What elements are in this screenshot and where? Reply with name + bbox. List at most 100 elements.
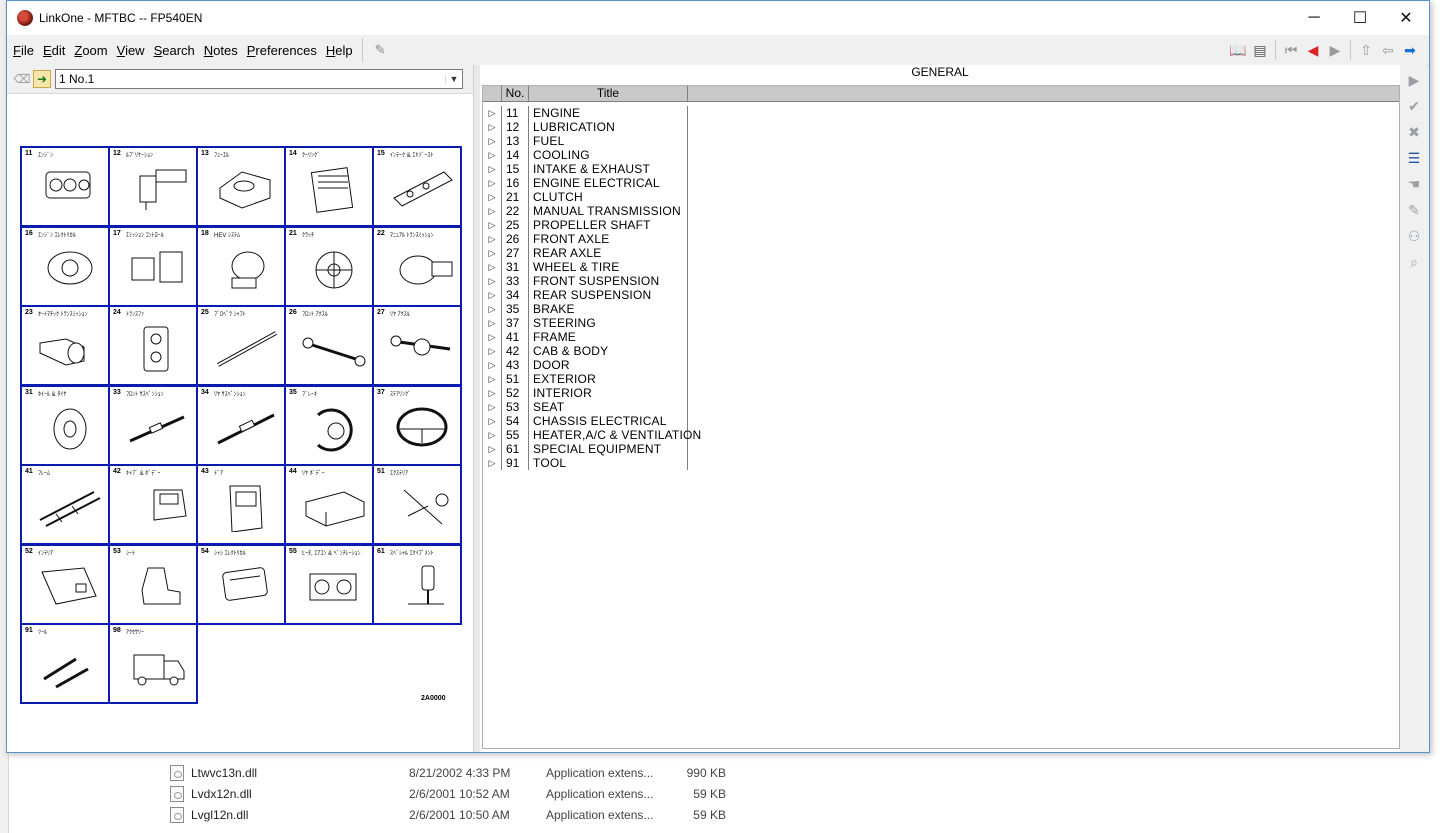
expand-arrow-icon[interactable]: ▷: [483, 358, 502, 372]
illustration-cell-17[interactable]: 17 ｴﾐｯｼｮﾝ ｺﾝﾄﾛｰﾙ: [108, 225, 198, 307]
expand-arrow-icon[interactable]: ▷: [483, 400, 502, 414]
expand-arrow-icon[interactable]: ▷: [483, 288, 502, 302]
close-button[interactable]: ✕: [1383, 1, 1429, 35]
table-row[interactable]: ▷ 41 FRAME: [483, 330, 693, 344]
binoculars-icon[interactable]: ⚇: [1403, 225, 1425, 247]
illustration-cell-24[interactable]: 24 ﾄﾗﾝｽﾌｧ: [108, 305, 198, 386]
illustration-cell-42[interactable]: 42 ｷｬﾌﾞ & ﾎﾞﾃﾞｰ: [108, 464, 198, 545]
table-row[interactable]: ▷ 37 STEERING: [483, 316, 693, 330]
back-page-icon[interactable]: ⌫: [13, 70, 31, 88]
illustration-cell-26[interactable]: 26 ﾌﾛﾝﾄ ｱｸｽﾙ: [284, 305, 374, 386]
illustration-cell-22[interactable]: 22 ﾏﾆｭｱﾙ ﾄﾗﾝｽﾐｯｼｮﾝ: [372, 225, 462, 307]
table-row[interactable]: ▷ 13 FUEL: [483, 134, 693, 148]
expand-arrow-icon[interactable]: ▷: [483, 260, 502, 274]
expand-arrow-icon[interactable]: ▷: [483, 372, 502, 386]
list-icon[interactable]: ☰: [1403, 147, 1425, 169]
prev-page-icon[interactable]: ◀: [1302, 39, 1324, 61]
menu-item-zoom[interactable]: Zoom: [71, 43, 110, 58]
illustration-cell-51[interactable]: 51 ｴｸｽﾃﾘｱ: [372, 464, 462, 545]
menu-item-notes[interactable]: Notes: [201, 43, 241, 58]
notes-icon[interactable]: ▤: [1249, 39, 1271, 61]
table-row[interactable]: ▷ 53 SEAT: [483, 400, 693, 414]
table-row[interactable]: ▷ 33 FRONT SUSPENSION: [483, 274, 693, 288]
expand-arrow-icon[interactable]: ▷: [483, 316, 502, 330]
header-no[interactable]: No.: [502, 86, 529, 101]
expand-arrow-icon[interactable]: ▷: [483, 274, 502, 288]
illustration-cell-34[interactable]: 34 ﾘﾔ ｻｽﾍﾟﾝｼｮﾝ: [196, 384, 286, 466]
menu-item-help[interactable]: Help: [323, 43, 356, 58]
illustration-cell-54[interactable]: 54 ｼｬｼ ｴﾚｸﾄﾘｶﾙ: [196, 543, 286, 625]
illustration-cell-43[interactable]: 43 ﾄﾞｱ: [196, 464, 286, 545]
table-row[interactable]: ▷ 91 TOOL: [483, 456, 693, 470]
expand-arrow-icon[interactable]: ▷: [483, 120, 502, 134]
play-icon[interactable]: ▶: [1403, 69, 1425, 91]
table-row[interactable]: ▷ 34 REAR SUSPENSION: [483, 288, 693, 302]
illustration-cell-21[interactable]: 21 ｸﾗｯﾁ: [284, 225, 374, 307]
maximize-button[interactable]: ☐: [1337, 1, 1383, 35]
illustration-cell-91[interactable]: 91 ﾂｰﾙ: [20, 623, 110, 704]
table-row[interactable]: ▷ 42 CAB & BODY: [483, 344, 693, 358]
expand-arrow-icon[interactable]: ▷: [483, 148, 502, 162]
title-bar[interactable]: LinkOne - MFTBC -- FP540EN ─ ☐ ✕: [7, 1, 1429, 35]
expand-arrow-icon[interactable]: ▷: [483, 414, 502, 428]
illustration-cell-13[interactable]: 13 ﾌｭｰｴﾙ: [196, 146, 286, 227]
table-row[interactable]: ▷ 31 WHEEL & TIRE: [483, 260, 693, 274]
table-row[interactable]: ▷ 15 INTAKE & EXHAUST: [483, 162, 693, 176]
pin-icon[interactable]: ✎: [375, 42, 386, 58]
table-row[interactable]: ▷ 55 HEATER,A/C & VENTILATION: [483, 428, 701, 442]
table-row[interactable]: ▷ 43 DOOR: [483, 358, 693, 372]
back-icon[interactable]: ⇦: [1377, 39, 1399, 61]
expand-arrow-icon[interactable]: ▷: [483, 204, 502, 218]
expand-arrow-icon[interactable]: ▷: [483, 246, 502, 260]
expand-arrow-icon[interactable]: ▷: [483, 134, 502, 148]
illustration-cell-33[interactable]: 33 ﾌﾛﾝﾄ ｻｽﾍﾟﾝｼｮﾝ: [108, 384, 198, 466]
expand-arrow-icon[interactable]: ▷: [483, 386, 502, 400]
illustration-cell-16[interactable]: 16 ｴﾝｼﾞﾝ ｴﾚｸﾄﾘｶﾙ: [20, 225, 110, 307]
forward-icon[interactable]: ➡: [1399, 39, 1421, 61]
expand-arrow-icon[interactable]: ▷: [483, 456, 502, 470]
illustration-cell-35[interactable]: 35 ﾌﾞﾚｰｷ: [284, 384, 374, 466]
menu-item-search[interactable]: Search: [151, 43, 198, 58]
table-row[interactable]: ▷ 21 CLUTCH: [483, 190, 693, 204]
illustration-cell-12[interactable]: 12 ﾙﾌﾞﾘｹｰｼｮﾝ: [108, 146, 198, 227]
illustration-cell-44[interactable]: 44 ﾘﾔ ﾎﾞﾃﾞｰ: [284, 464, 374, 545]
edit-icon[interactable]: ✎: [1403, 199, 1425, 221]
header-title[interactable]: Title: [529, 86, 688, 101]
expand-arrow-icon[interactable]: ▷: [483, 190, 502, 204]
background-file-row[interactable]: Ltwvc13n.dll 8/21/2002 4:33 PM Application…: [170, 762, 726, 783]
table-row[interactable]: ▷ 61 SPECIAL EQUIPMENT: [483, 442, 693, 456]
hand-icon[interactable]: ☚: [1403, 173, 1425, 195]
illustration-cell-31[interactable]: 31 ﾎｲｰﾙ & ﾀｲﾔ: [20, 384, 110, 466]
illustration-cell-23[interactable]: 23 ｵｰﾄﾏﾁｯｸ ﾄﾗﾝｽﾐｯｼｮﾝ: [20, 305, 110, 386]
go-page-icon[interactable]: ➜: [33, 70, 51, 88]
table-row[interactable]: ▷ 16 ENGINE ELECTRICAL: [483, 176, 693, 190]
expand-arrow-icon[interactable]: ▷: [483, 442, 502, 456]
menu-item-edit[interactable]: Edit: [40, 43, 68, 58]
menu-item-file[interactable]: File: [10, 43, 37, 58]
illustration-cell-61[interactable]: 61 ｽﾍﾟｼｬﾙ ｴｸｲﾌﾟﾒﾝﾄ: [372, 543, 462, 625]
illustration-cell-11[interactable]: 11 ｴﾝｼﾞﾝ: [20, 146, 110, 227]
table-row[interactable]: ▷ 22 MANUAL TRANSMISSION: [483, 204, 693, 218]
table-row[interactable]: ▷ 51 EXTERIOR: [483, 372, 693, 386]
illustration-cell-53[interactable]: 53 ｼｰﾄ: [108, 543, 198, 625]
first-page-icon[interactable]: ⏮: [1280, 39, 1302, 61]
table-row[interactable]: ▷ 11 ENGINE: [483, 106, 693, 120]
illustration-cell-14[interactable]: 14 ｸｰﾘﾝｸﾞ: [284, 146, 374, 227]
table-row[interactable]: ▷ 12 LUBRICATION: [483, 120, 693, 134]
illustration-cell-25[interactable]: 25 ﾌﾟﾛﾍﾟﾗ ｼｬﾌﾄ: [196, 305, 286, 386]
expand-arrow-icon[interactable]: ▷: [483, 162, 502, 176]
table-row[interactable]: ▷ 52 INTERIOR: [483, 386, 693, 400]
illustration-cell-52[interactable]: 52 ｲﾝﾃﾘｱ: [20, 543, 110, 625]
background-file-row[interactable]: Lvgl12n.dll 2/6/2001 10:50 AM Application …: [170, 804, 726, 825]
minimize-button[interactable]: ─: [1291, 1, 1337, 35]
expand-arrow-icon[interactable]: ▷: [483, 232, 502, 246]
expand-arrow-icon[interactable]: ▷: [483, 176, 502, 190]
expand-arrow-icon[interactable]: ▷: [483, 302, 502, 316]
illustration-cell-98[interactable]: 98 ｱｸｾｻﾘｰ: [108, 623, 198, 704]
expand-arrow-icon[interactable]: ▷: [483, 344, 502, 358]
background-file-row[interactable]: Lvdx12n.dll 2/6/2001 10:52 AM Application …: [170, 783, 726, 804]
expand-arrow-icon[interactable]: ▷: [483, 106, 502, 120]
cross-icon[interactable]: ✖: [1403, 121, 1425, 143]
chevron-down-icon[interactable]: ▼: [445, 74, 462, 84]
illustration-cell-15[interactable]: 15 ｲﾝﾃｰｸ & ｴｷｿﾞｰｽﾄ: [372, 146, 462, 227]
